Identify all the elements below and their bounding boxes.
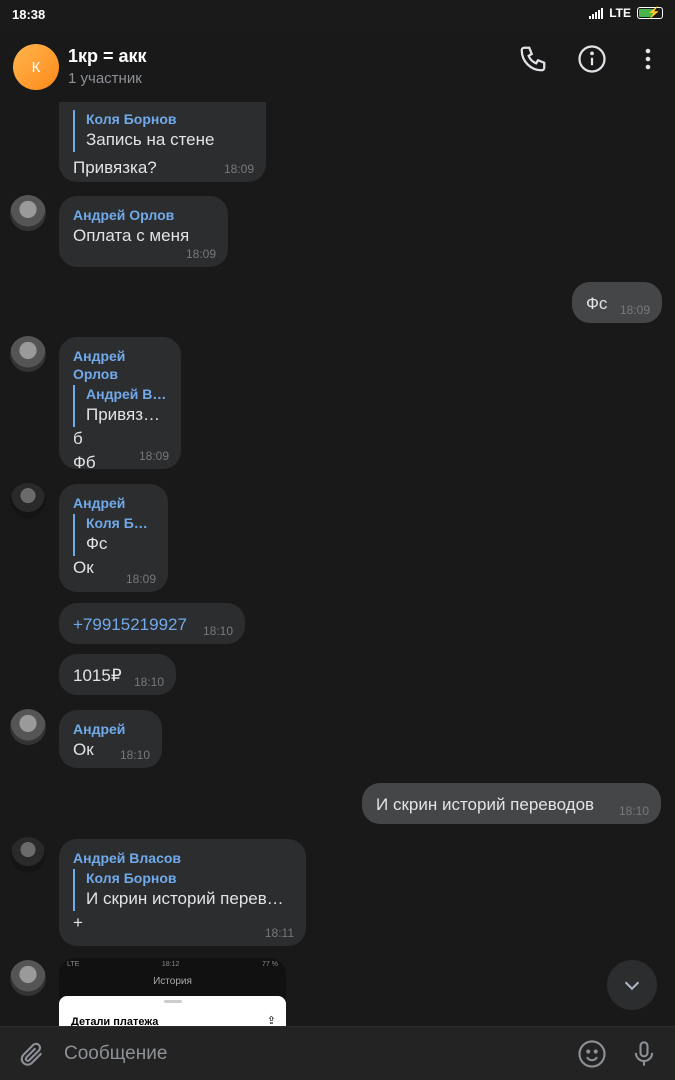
message-time: 18:09 — [185, 247, 216, 261]
sender-name[interactable]: Андрей Власов — [73, 849, 292, 867]
chat-header: К 1кр = акк 1 участник — [0, 30, 675, 102]
preview-details: Детали платежа — [71, 1016, 159, 1026]
quote-text: Фс — [86, 534, 108, 553]
quote-author: Коля Борнов — [86, 111, 177, 127]
microphone-icon[interactable] — [630, 1039, 658, 1069]
quote-author: Андрей Вл… — [86, 386, 167, 402]
battery-icon: ⚡ — [637, 7, 663, 19]
user-avatar[interactable] — [10, 336, 46, 372]
message-bubble[interactable]: Андрей Орлов Андрей Вл… Привязк… б Фб 18… — [59, 337, 181, 472]
chat-members-count[interactable]: 1 участник — [68, 70, 142, 87]
chevron-down-icon — [624, 981, 640, 991]
quote-author: Коля Борнов — [86, 870, 177, 886]
sender-name[interactable]: Андрей Орлов — [73, 206, 214, 224]
message-text: Оплата с меня — [73, 226, 190, 245]
message-bubble[interactable]: Андрей Ок 18:10 — [59, 710, 162, 768]
preview-title: История — [153, 976, 192, 987]
more-icon[interactable] — [633, 44, 663, 74]
user-avatar[interactable] — [10, 960, 46, 996]
message-bubble[interactable]: Андрей Власов Коля Борнов И скрин истори… — [59, 839, 306, 946]
user-avatar[interactable] — [10, 837, 46, 873]
message-time: 18:09 — [223, 162, 254, 176]
phone-icon[interactable] — [518, 44, 548, 74]
info-icon[interactable] — [577, 44, 607, 74]
share-icon: ⇪ — [266, 1015, 276, 1026]
message-bubble-outgoing[interactable]: И скрин историй переводов 18:10 — [362, 783, 661, 824]
sender-name[interactable]: Андрей — [73, 720, 148, 738]
message-bubble[interactable]: Андрей Коля Борн… Фс Ок 18:09 — [59, 484, 168, 592]
message-composer — [0, 1026, 675, 1080]
message-bubble[interactable]: +79915219927 18:10 — [59, 603, 245, 644]
reply-quote[interactable]: Коля Борнов Запись на стене — [73, 110, 252, 152]
chat-avatar[interactable]: К — [13, 44, 59, 90]
sender-name[interactable]: Андрей — [73, 494, 154, 512]
quote-text: Запись на стене — [86, 130, 215, 149]
photo-attachment[interactable]: LTE 18:12 77 % История Детали платежа ⇪ — [59, 958, 286, 1026]
user-avatar[interactable] — [10, 195, 46, 231]
status-time: 18:38 — [12, 7, 46, 22]
chat-title[interactable]: 1кр = акк — [68, 46, 147, 67]
message-time: 18:11 — [264, 926, 294, 940]
emoji-icon[interactable] — [577, 1039, 607, 1069]
signal-icon — [589, 7, 604, 19]
user-avatar[interactable] — [10, 483, 46, 519]
sender-name[interactable]: Андрей Орлов — [73, 347, 167, 383]
message-time: 18:09 — [125, 572, 156, 586]
message-text: И скрин историй переводов — [376, 795, 595, 814]
status-icons: LTE ⚡ — [589, 6, 663, 20]
quote-author: Коля Борн… — [86, 515, 154, 531]
message-bubble[interactable]: Андрей Орлов Оплата с меня 18:09 — [59, 196, 228, 267]
message-bubble[interactable]: 1015₽ 18:10 — [59, 654, 176, 695]
message-time: 18:09 — [138, 449, 169, 463]
status-bar: 18:38 LTE ⚡ — [0, 0, 675, 30]
message-time: 18:10 — [202, 624, 233, 638]
message-text: б — [73, 429, 83, 448]
message-time: 18:09 — [619, 303, 650, 317]
attach-icon[interactable] — [18, 1040, 46, 1068]
preview-sheet: Детали платежа ⇪ — [59, 996, 286, 1026]
message-input[interactable] — [64, 1039, 544, 1069]
message-time: 18:10 — [119, 748, 150, 762]
message-text: + — [73, 913, 83, 932]
reply-quote[interactable]: Коля Борн… Фс — [73, 514, 154, 556]
network-label: LTE — [609, 6, 631, 20]
reply-quote[interactable]: Андрей Вл… Привязк… — [73, 385, 167, 427]
quote-text: Привязк… — [86, 405, 167, 424]
message-time: 18:10 — [618, 804, 649, 818]
message-bubble[interactable]: Коля Борнов Запись на стене Привязка? 18… — [59, 102, 266, 182]
quote-text: И скрин историй перево… — [86, 889, 292, 908]
reply-quote[interactable]: Коля Борнов И скрин историй перево… — [73, 869, 292, 911]
message-list[interactable]: Коля Борнов Запись на стене Привязка? 18… — [0, 102, 675, 1026]
message-time: 18:10 — [133, 675, 164, 689]
user-avatar[interactable] — [10, 709, 46, 745]
scroll-down-button[interactable] — [607, 960, 657, 1010]
preview-status-bar: LTE 18:12 77 % — [67, 961, 278, 968]
message-bubble-outgoing[interactable]: Фс 18:09 — [572, 282, 662, 323]
